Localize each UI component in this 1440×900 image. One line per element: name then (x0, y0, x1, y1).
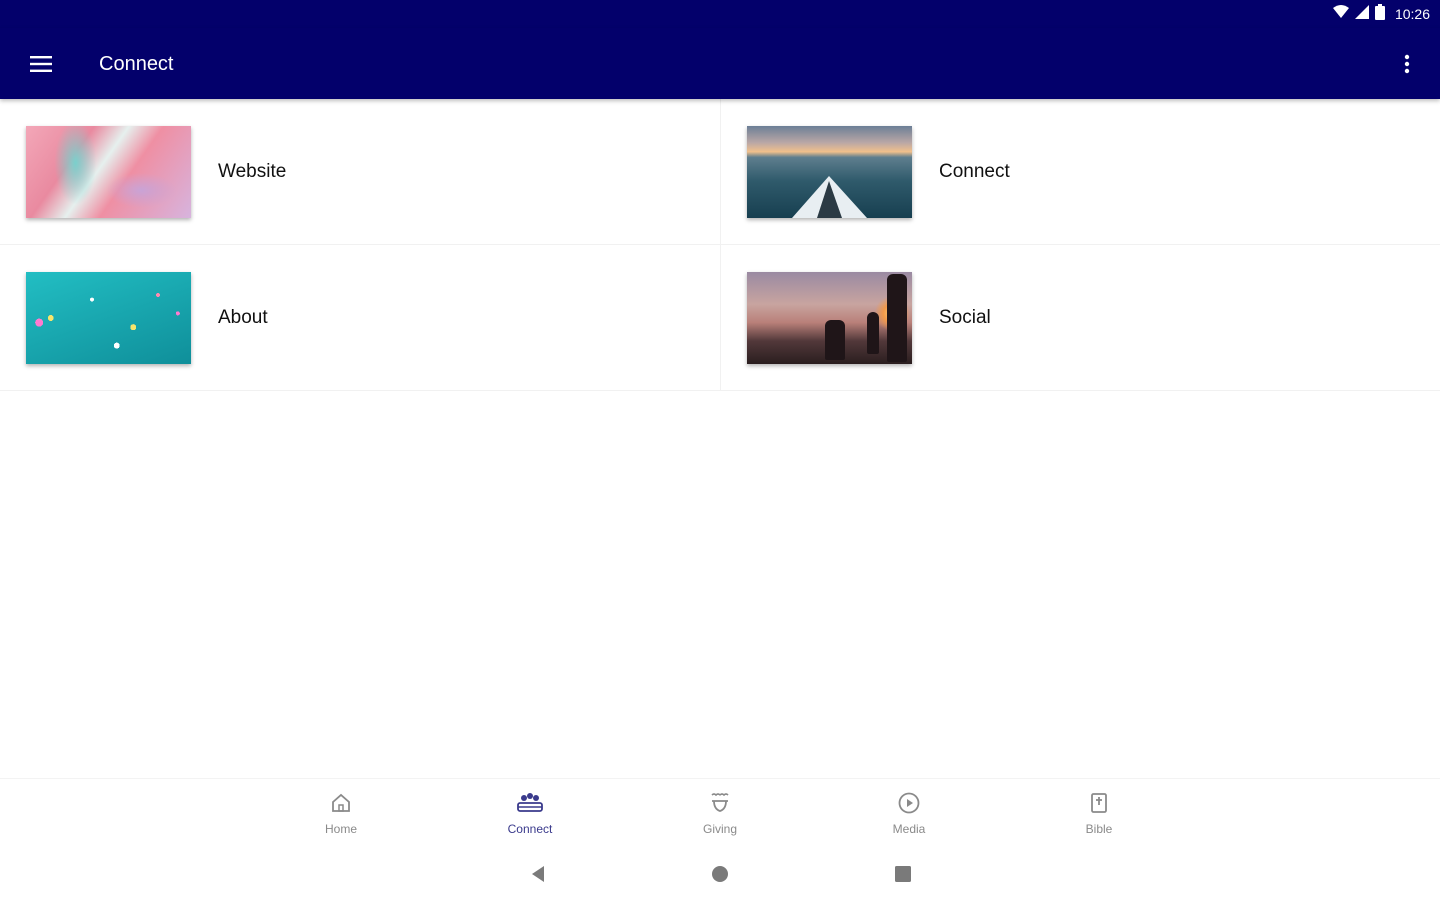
tile-website[interactable]: Website (0, 99, 721, 245)
tile-label: About (218, 307, 268, 328)
home-circle-icon[interactable] (708, 862, 732, 886)
tile-label: Social (939, 307, 991, 328)
hamburger-menu-icon[interactable] (22, 48, 60, 80)
more-vert-icon[interactable] (1394, 48, 1420, 80)
wifi-icon (1332, 4, 1349, 24)
recents-icon[interactable] (891, 862, 915, 886)
cell-signal-icon (1354, 4, 1369, 24)
play-circle-icon (897, 791, 921, 820)
nav-media[interactable]: Media (869, 791, 949, 836)
nav-media-label: Media (892, 822, 926, 836)
tile-about[interactable]: About (0, 245, 721, 391)
back-icon[interactable] (526, 862, 550, 886)
page-title: Connect (99, 53, 174, 75)
system-navigation-bar (0, 848, 1440, 900)
nav-connect-label: Connect (507, 822, 553, 836)
tile-label: Website (218, 161, 287, 182)
tile-connect[interactable]: Connect (721, 99, 1440, 245)
home-icon (329, 791, 353, 820)
nav-home-label: Home (324, 822, 357, 836)
connect-grid: Website Connect About Social (0, 99, 1440, 391)
nav-connect[interactable]: Connect (490, 791, 570, 836)
pink-teal-marble-image (26, 126, 191, 218)
status-bar: 10:26 (0, 0, 1440, 28)
nav-giving-label: Giving (702, 822, 737, 836)
clock: 10:26 (1394, 6, 1430, 22)
app-bar: Connect (0, 28, 1440, 99)
tile-social[interactable]: Social (721, 245, 1440, 391)
kayak-lake-sunset-image (747, 126, 912, 218)
giving-hands-icon (708, 791, 732, 820)
tile-label: Connect (939, 161, 1010, 182)
nav-bible-label: Bible (1085, 822, 1113, 836)
bottom-navigation: Home Connect Giving Media Bible (0, 778, 1440, 849)
people-sunset-hillside-image (747, 272, 912, 364)
battery-icon (1374, 3, 1385, 25)
nav-giving[interactable]: Giving (680, 791, 760, 836)
nav-home[interactable]: Home (301, 791, 381, 836)
group-icon (516, 791, 544, 820)
teal-confetti-image (26, 272, 191, 364)
nav-bible[interactable]: Bible (1059, 791, 1139, 836)
bible-icon (1087, 791, 1111, 820)
